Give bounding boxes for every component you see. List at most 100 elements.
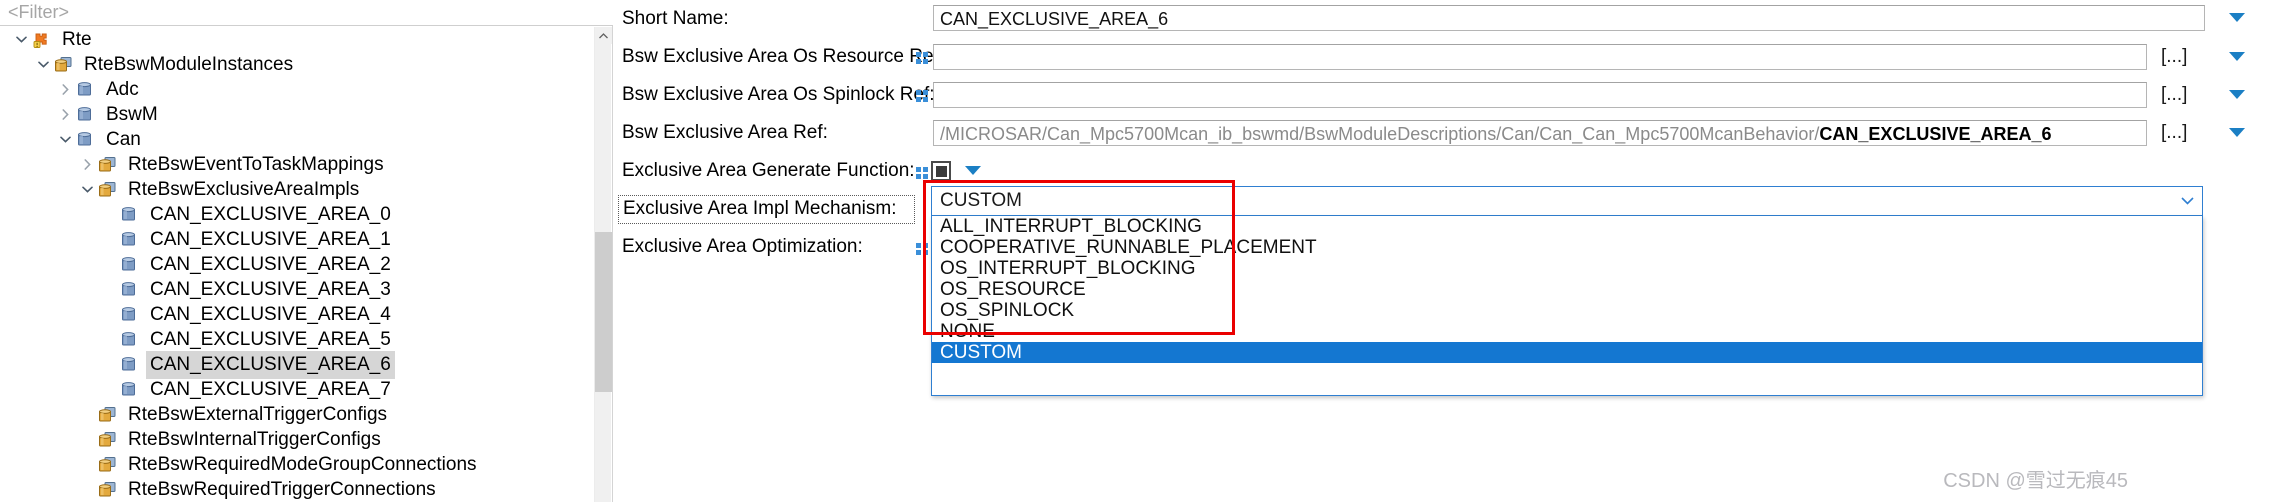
container-list-icon (98, 480, 120, 500)
os-resource-ref-dropdown-arrow[interactable] (2229, 52, 2245, 61)
area-ref-input[interactable]: /MICROSAR/Can_Mpc5700Mcan_ib_bswmd/BswMo… (933, 120, 2147, 146)
container-list-icon (98, 155, 120, 175)
tree-item[interactable]: Can (0, 127, 595, 152)
container-list-icon (54, 55, 76, 75)
tree-item-label: Adc (106, 78, 139, 100)
dropdown-option[interactable]: CUSTOM (932, 342, 2202, 363)
tree-item[interactable]: CAN_EXCLUSIVE_AREA_4 (0, 302, 595, 327)
tree-item[interactable]: RteBswInternalTriggerConfigs (0, 427, 595, 452)
tree-item[interactable]: RteBswEventToTaskMappings (0, 152, 595, 177)
tree-item-label: RteBswExternalTriggerConfigs (128, 403, 388, 425)
short-name-input[interactable]: CAN_EXCLUSIVE_AREA_6 (933, 5, 2205, 31)
chevron-down-icon[interactable] (10, 36, 32, 43)
tree-item-label: CAN_EXCLUSIVE_AREA_1 (150, 228, 391, 250)
navigation-tree-panel: RteRteBswModuleInstances Adc BswM Can RteBsw… (0, 0, 613, 502)
container-icon (120, 280, 142, 300)
os-spinlock-ref-dropdown-arrow[interactable] (2229, 90, 2245, 99)
tree-item-label: RteBswInternalTriggerConfigs (128, 428, 381, 450)
chevron-down-icon[interactable] (54, 136, 76, 143)
dropdown-option[interactable]: OS_RESOURCE (932, 279, 2202, 300)
checkbox-fill (935, 165, 947, 177)
tree-item-label: BswM (106, 103, 158, 125)
tree-item[interactable]: CAN_EXCLUSIVE_AREA_1 (0, 227, 595, 252)
container-icon (120, 305, 142, 325)
tree-item[interactable]: Rte (0, 27, 595, 52)
tree-item-label: RteBswRequiredTriggerConnections (128, 478, 436, 500)
os-resource-ref-input[interactable] (933, 44, 2147, 70)
dropdown-option[interactable]: OS_INTERRUPT_BLOCKING (932, 258, 2202, 279)
scroll-up-arrow[interactable] (595, 27, 612, 44)
tree-item-label: CAN_EXCLUSIVE_AREA_0 (150, 203, 391, 225)
container-icon (120, 255, 142, 275)
scroll-thumb[interactable] (595, 232, 612, 392)
tree-item[interactable]: RteBswModuleInstances (0, 52, 595, 77)
dropdown-option[interactable]: NONE (932, 321, 2202, 342)
properties-form-panel: Short Name: CAN_EXCLUSIVE_AREA_6 Bsw Exc… (613, 0, 2276, 502)
dropdown-option[interactable]: ALL_INTERRUPT_BLOCKING (932, 216, 2202, 237)
variant-marker-icon (916, 87, 929, 102)
tree-item[interactable]: RteBswExclusiveAreaImpls (0, 177, 595, 202)
impl-mechanism-combobox[interactable]: CUSTOM (931, 186, 2203, 216)
container-icon (76, 130, 98, 150)
chevron-down-icon[interactable] (32, 61, 54, 68)
container-list-icon (98, 430, 120, 450)
container-list-icon (98, 455, 120, 475)
generate-function-checkbox[interactable] (931, 161, 951, 181)
tree-item[interactable]: CAN_EXCLUSIVE_AREA_3 (0, 277, 595, 302)
tree-item[interactable]: RteBswExternalTriggerConfigs (0, 402, 595, 427)
tree-item[interactable]: BswM (0, 102, 595, 127)
dropdown-option[interactable]: OS_SPINLOCK (932, 300, 2202, 321)
tree-item[interactable]: CAN_EXCLUSIVE_AREA_5 (0, 327, 595, 352)
area-ref-browse-button[interactable]: [...] (2161, 122, 2187, 144)
os-resource-ref-browse-button[interactable]: [...] (2161, 46, 2187, 68)
short-name-dropdown-arrow[interactable] (2229, 13, 2245, 22)
tree-item[interactable]: RteBswRequiredTriggerConnections (0, 477, 595, 502)
impl-mechanism-value: CUSTOM (940, 190, 1022, 211)
impl-mechanism-label: Exclusive Area Impl Mechanism: (618, 194, 915, 224)
container-list-icon (98, 405, 120, 425)
dropdown-list-spacer (932, 363, 2202, 395)
os-spinlock-ref-input[interactable] (933, 82, 2147, 108)
dropdown-option[interactable]: COOPERATIVE_RUNNABLE_PLACEMENT (932, 237, 2202, 258)
tree-item-selected[interactable]: CAN_EXCLUSIVE_AREA_6 (0, 350, 595, 379)
impl-mechanism-option-list[interactable]: ALL_INTERRUPT_BLOCKING COOPERATIVE_RUNNAB… (931, 216, 2203, 396)
short-name-label: Short Name: (622, 8, 729, 29)
tree-scrollbar[interactable] (594, 27, 612, 502)
chevron-right-icon[interactable] (76, 159, 98, 170)
area-ref-label: Bsw Exclusive Area Ref: (622, 122, 828, 143)
os-resource-ref-label: Bsw Exclusive Area Os Resource Ref: (622, 46, 945, 67)
tree-viewport[interactable]: Rte RteBswModuleInstances Adc BswM Can RteBsw… (0, 27, 595, 502)
container-icon (120, 330, 142, 350)
tree-item[interactable]: CAN_EXCLUSIVE_AREA_7 (0, 377, 595, 402)
container-icon (120, 230, 142, 250)
container-icon (76, 105, 98, 125)
area-ref-dropdown-arrow[interactable] (2229, 128, 2245, 137)
tree-item[interactable]: Adc (0, 77, 595, 102)
generate-function-label: Exclusive Area Generate Function: (622, 160, 915, 181)
tree-item-label: CAN_EXCLUSIVE_AREA_7 (150, 378, 391, 400)
os-spinlock-ref-browse-button[interactable]: [...] (2161, 84, 2187, 106)
tree-item-label: CAN_EXCLUSIVE_AREA_6 (146, 350, 395, 379)
chevron-right-icon[interactable] (54, 84, 76, 95)
row-area-ref: Bsw Exclusive Area Ref: /MICROSAR/Can_Mp… (613, 114, 2276, 152)
os-spinlock-ref-label: Bsw Exclusive Area Os Spinlock Ref: (622, 84, 935, 105)
filter-input[interactable] (6, 0, 590, 25)
tree-item[interactable]: CAN_EXCLUSIVE_AREA_2 (0, 252, 595, 277)
tree-item[interactable]: CAN_EXCLUSIVE_AREA_0 (0, 202, 595, 227)
chevron-down-icon[interactable] (2172, 197, 2202, 205)
tree-item[interactable]: RteBswRequiredModeGroupConnections (0, 452, 595, 477)
area-ref-path-prefix: /MICROSAR/Can_Mpc5700Mcan_ib_bswmd/BswMo… (940, 124, 1820, 144)
variant-marker-icon (916, 49, 929, 64)
chevron-right-icon[interactable] (54, 109, 76, 120)
chevron-down-icon[interactable] (76, 186, 98, 193)
container-icon (120, 380, 142, 400)
rte-module-icon (32, 30, 54, 50)
tree-item-label: CAN_EXCLUSIVE_AREA_2 (150, 253, 391, 275)
container-icon (120, 355, 142, 375)
container-list-icon (98, 180, 120, 200)
filter-box (0, 0, 613, 26)
csdn-watermark: CSDN @雪过无痕45 (1943, 470, 2128, 492)
tree-item-label: RteBswExclusiveAreaImpls (128, 178, 360, 200)
generate-function-dropdown-arrow[interactable] (965, 166, 981, 175)
variant-marker-icon (916, 240, 929, 255)
